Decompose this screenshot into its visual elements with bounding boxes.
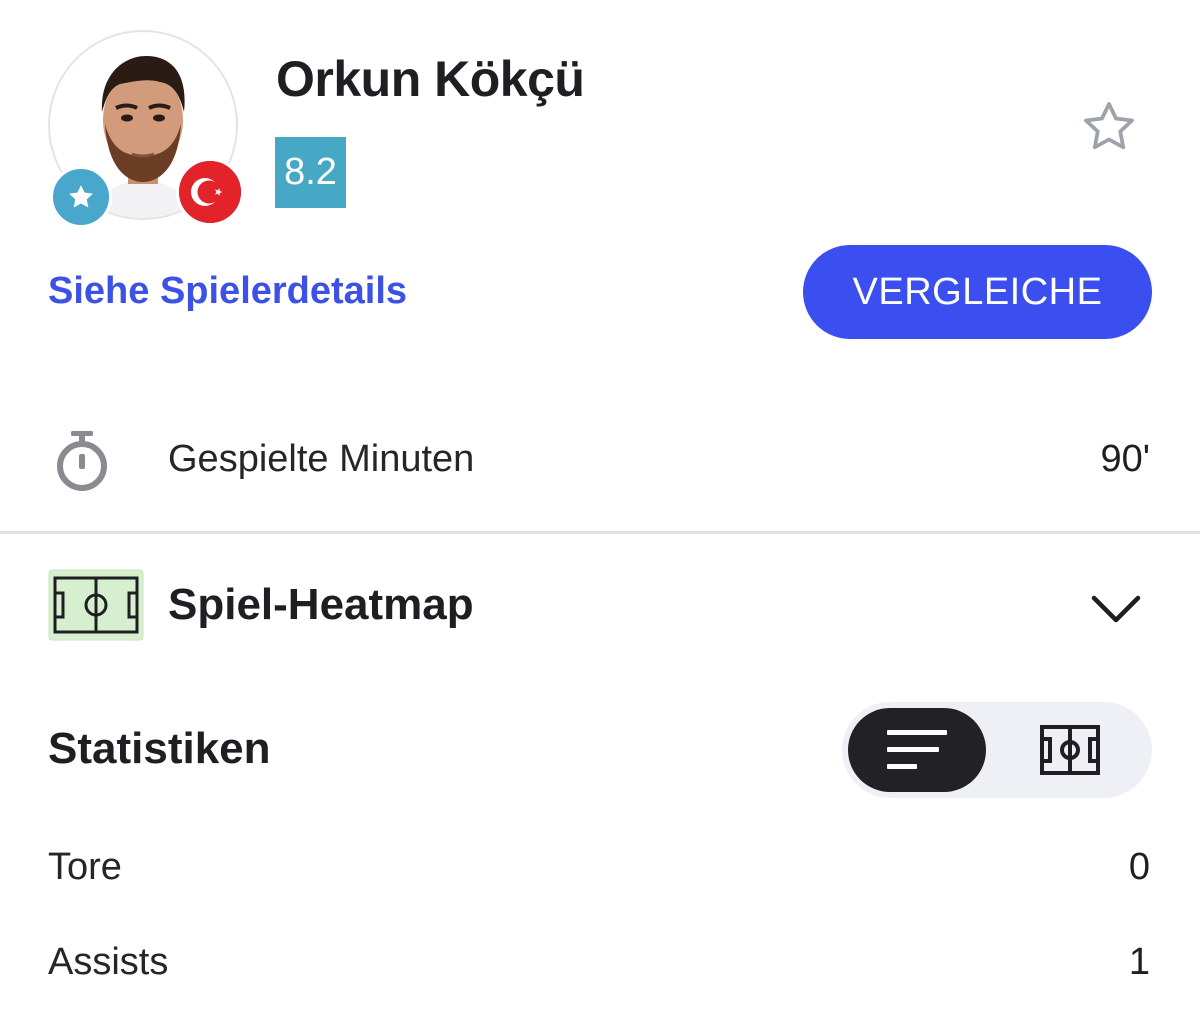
statistics-title: Statistiken [48,724,271,773]
stat-label-goals: Tore [48,846,122,888]
pitch-view-icon[interactable] [1038,720,1102,780]
star-icon [50,166,112,228]
view-toggle [842,702,1152,798]
rating-badge: 8.2 [275,137,346,208]
star-outline-icon[interactable] [1078,96,1140,158]
turkey-flag-icon [176,158,244,226]
minutes-played-value: 90' [1100,438,1150,480]
stat-value-assists: 1 [1128,941,1150,983]
player-avatar [48,30,244,228]
heatmap-title[interactable]: Spiel-Heatmap [168,580,474,630]
list-view-icon[interactable] [848,708,986,792]
stopwatch-icon [52,428,112,494]
compare-button[interactable]: VERGLEICHE [803,245,1152,339]
stat-label-assists: Assists [48,941,169,983]
player-details-link[interactable]: Siehe Spielerdetails [48,270,407,313]
divider [0,531,1200,534]
player-name: Orkun Kökçü [276,51,585,107]
chevron-down-icon[interactable] [1088,588,1144,628]
minutes-played-label: Gespielte Minuten [168,438,475,480]
stat-value-goals: 0 [1128,846,1150,888]
pitch-icon [48,569,144,641]
